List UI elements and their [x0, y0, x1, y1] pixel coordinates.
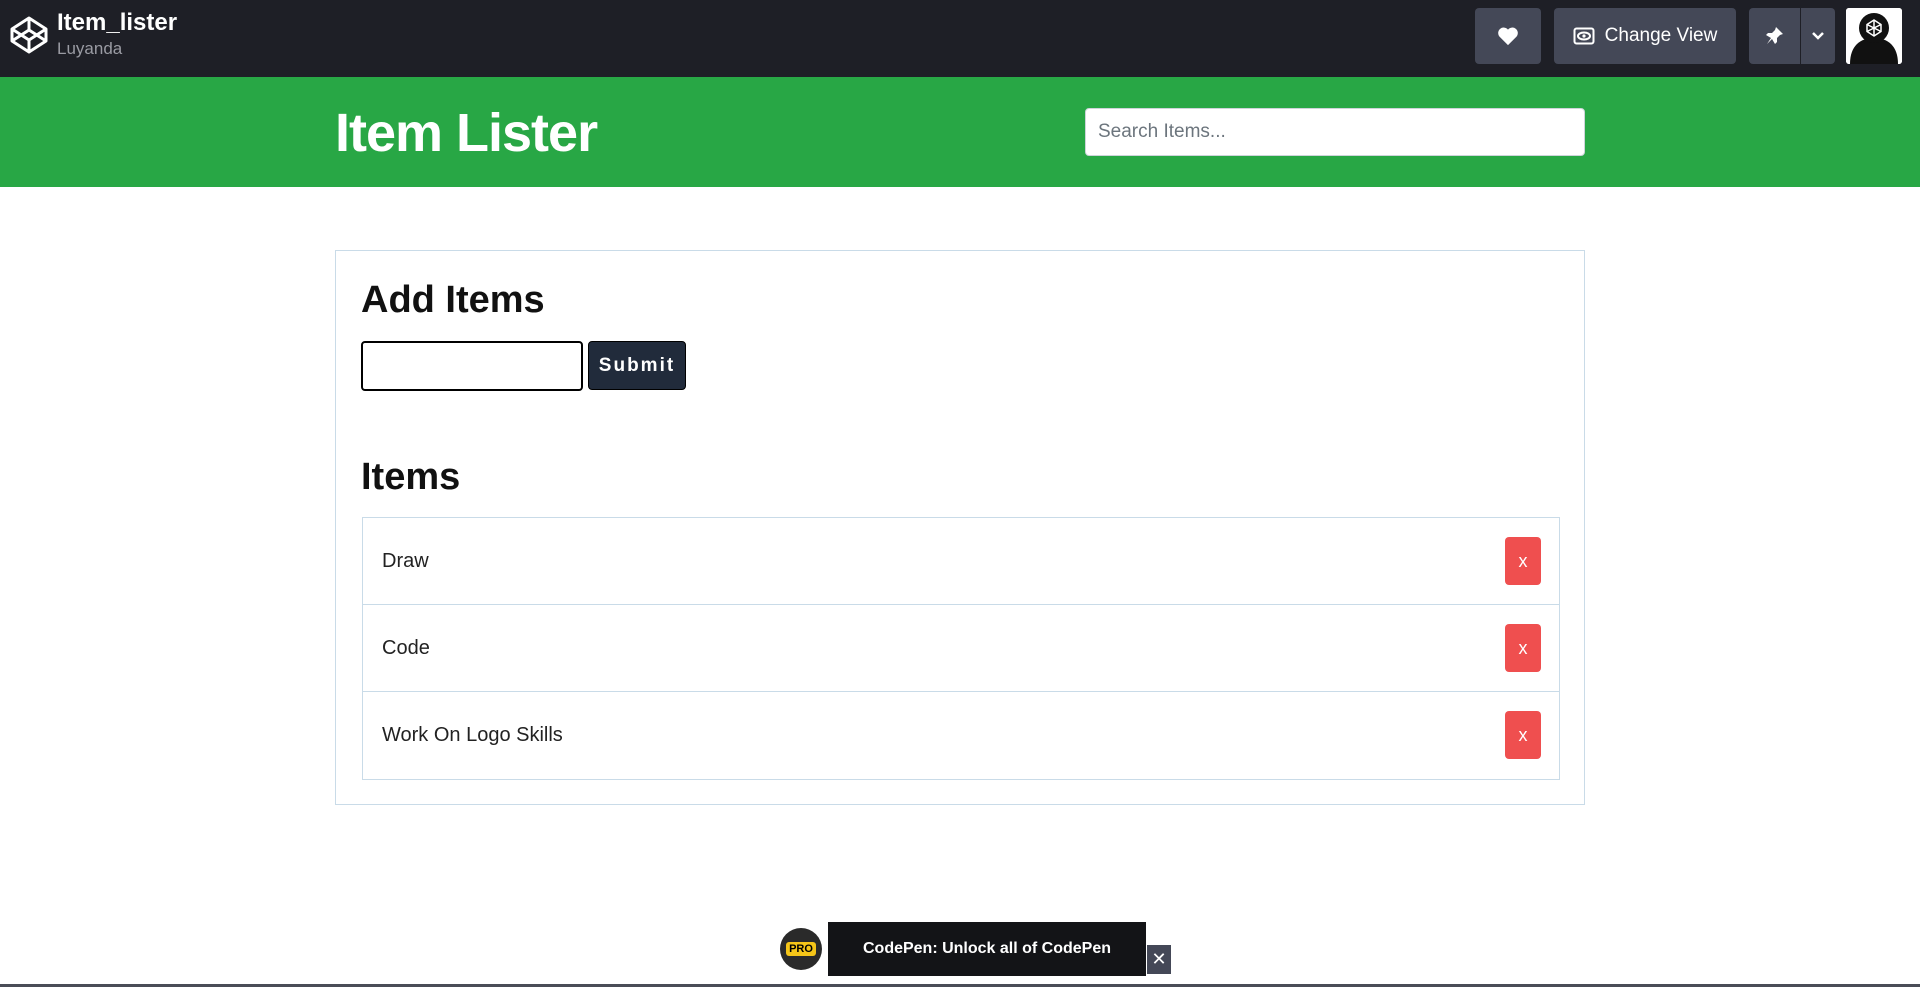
close-icon[interactable]: ✕ — [1147, 945, 1171, 974]
list-item: Draw x — [363, 518, 1559, 605]
app-header: Item Lister — [0, 77, 1920, 187]
delete-item-button[interactable]: x — [1505, 537, 1541, 585]
user-avatar[interactable] — [1846, 8, 1902, 64]
item-label: Code — [382, 636, 430, 659]
avatar-icon — [1846, 8, 1902, 64]
list-item: Code x — [363, 605, 1559, 692]
codepen-logo-icon[interactable] — [9, 15, 49, 55]
item-list: Draw x Code x Work On Logo Skills x — [362, 517, 1560, 780]
pro-badge: PRO — [780, 928, 822, 970]
search-input[interactable] — [1085, 108, 1585, 156]
codepen-promo-banner[interactable]: PRO CodePen: Unlock all of CodePen — [774, 922, 1146, 976]
pin-menu-button[interactable] — [1801, 8, 1835, 64]
promo-text[interactable]: CodePen: Unlock all of CodePen — [828, 940, 1146, 958]
add-items-heading: Add Items — [361, 279, 545, 321]
submit-button[interactable]: Submit — [588, 341, 686, 390]
like-button[interactable] — [1475, 8, 1541, 64]
add-item-input[interactable] — [361, 341, 583, 391]
codepen-top-bar: Item_lister Luyanda Change View — [0, 0, 1920, 77]
pen-author[interactable]: Luyanda — [57, 38, 177, 60]
delete-item-button[interactable]: x — [1505, 624, 1541, 672]
pin-icon — [1765, 27, 1783, 44]
change-view-button[interactable]: Change View — [1554, 8, 1736, 64]
eye-icon — [1573, 27, 1595, 45]
pen-titles: Item_lister Luyanda — [57, 8, 177, 60]
change-view-label: Change View — [1604, 25, 1718, 46]
item-label: Work On Logo Skills — [382, 724, 563, 746]
chevron-down-icon — [1812, 32, 1824, 40]
pen-title[interactable]: Item_lister — [57, 8, 177, 38]
list-item: Work On Logo Skills x — [363, 692, 1559, 779]
delete-item-button[interactable]: x — [1505, 711, 1541, 759]
pin-button[interactable] — [1749, 8, 1800, 64]
page-title: Item Lister — [335, 103, 598, 163]
heart-icon — [1498, 27, 1518, 46]
pro-badge-container: PRO — [774, 922, 828, 976]
main-card: Add Items Submit Items Draw x Code x Wor… — [335, 250, 1585, 805]
item-label: Draw — [382, 549, 429, 572]
items-heading: Items — [361, 456, 461, 498]
pro-badge-label: PRO — [786, 942, 816, 956]
